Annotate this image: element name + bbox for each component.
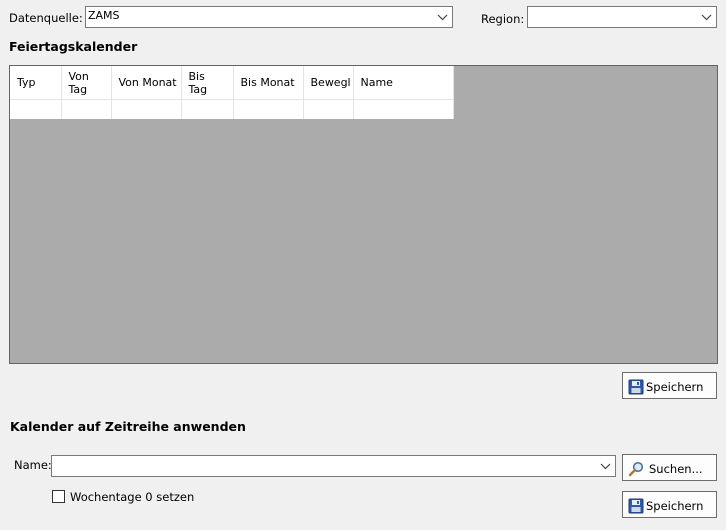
- table-header-row: Typ Von Tag Von Monat Bis Tag Bis Monat …: [10, 66, 454, 100]
- table-cell[interactable]: [10, 99, 62, 119]
- table-row[interactable]: [10, 99, 454, 119]
- holiday-table: Typ Von Tag Von Monat Bis Tag Bis Monat …: [10, 66, 454, 119]
- region-dropdown[interactable]: [527, 6, 717, 28]
- floppy-disk-icon: [628, 379, 644, 395]
- column-header-von-tag[interactable]: Von Tag: [61, 66, 112, 100]
- chevron-down-icon: [701, 14, 712, 21]
- column-header-typ[interactable]: Typ: [10, 66, 62, 100]
- column-header-name[interactable]: Name: [353, 66, 454, 100]
- chevron-down-icon: [437, 14, 448, 21]
- save-calendar-button[interactable]: Speichern: [622, 372, 717, 399]
- table-cell[interactable]: [233, 99, 304, 119]
- datasource-value: ZAMS: [88, 9, 120, 22]
- save-apply-label: Speichern: [646, 499, 704, 513]
- name-dropdown[interactable]: [51, 455, 616, 477]
- column-header-von-monat[interactable]: Von Monat: [111, 66, 182, 100]
- holiday-calendar-title: Feiertagskalender: [9, 39, 138, 54]
- search-label: Suchen...: [649, 462, 703, 476]
- save-calendar-label: Speichern: [646, 380, 704, 394]
- column-header-bewegl[interactable]: Bewegl: [303, 66, 354, 100]
- column-header-bis-monat[interactable]: Bis Monat: [233, 66, 304, 100]
- floppy-disk-icon: [628, 498, 644, 514]
- table-cell[interactable]: [61, 99, 112, 119]
- magnifier-icon: [628, 461, 644, 477]
- region-label: Region:: [481, 12, 525, 26]
- weekdays-zero-label: Wochentage 0 setzen: [70, 490, 195, 504]
- datasource-label: Datenquelle:: [9, 11, 83, 25]
- search-button[interactable]: Suchen...: [622, 454, 717, 481]
- table-cell[interactable]: [303, 99, 354, 119]
- holiday-calendar-grid[interactable]: Typ Von Tag Von Monat Bis Tag Bis Monat …: [9, 65, 718, 364]
- column-header-bis-tag[interactable]: Bis Tag: [181, 66, 234, 100]
- table-cell[interactable]: [353, 99, 454, 119]
- name-label: Name:: [14, 458, 52, 472]
- datasource-dropdown[interactable]: ZAMS: [85, 6, 453, 28]
- apply-calendar-title: Kalender auf Zeitreihe anwenden: [10, 419, 246, 434]
- save-apply-button[interactable]: Speichern: [622, 491, 717, 518]
- table-cell[interactable]: [111, 99, 182, 119]
- chevron-down-icon: [600, 463, 611, 470]
- weekdays-zero-checkbox[interactable]: [52, 490, 65, 503]
- table-cell[interactable]: [181, 99, 234, 119]
